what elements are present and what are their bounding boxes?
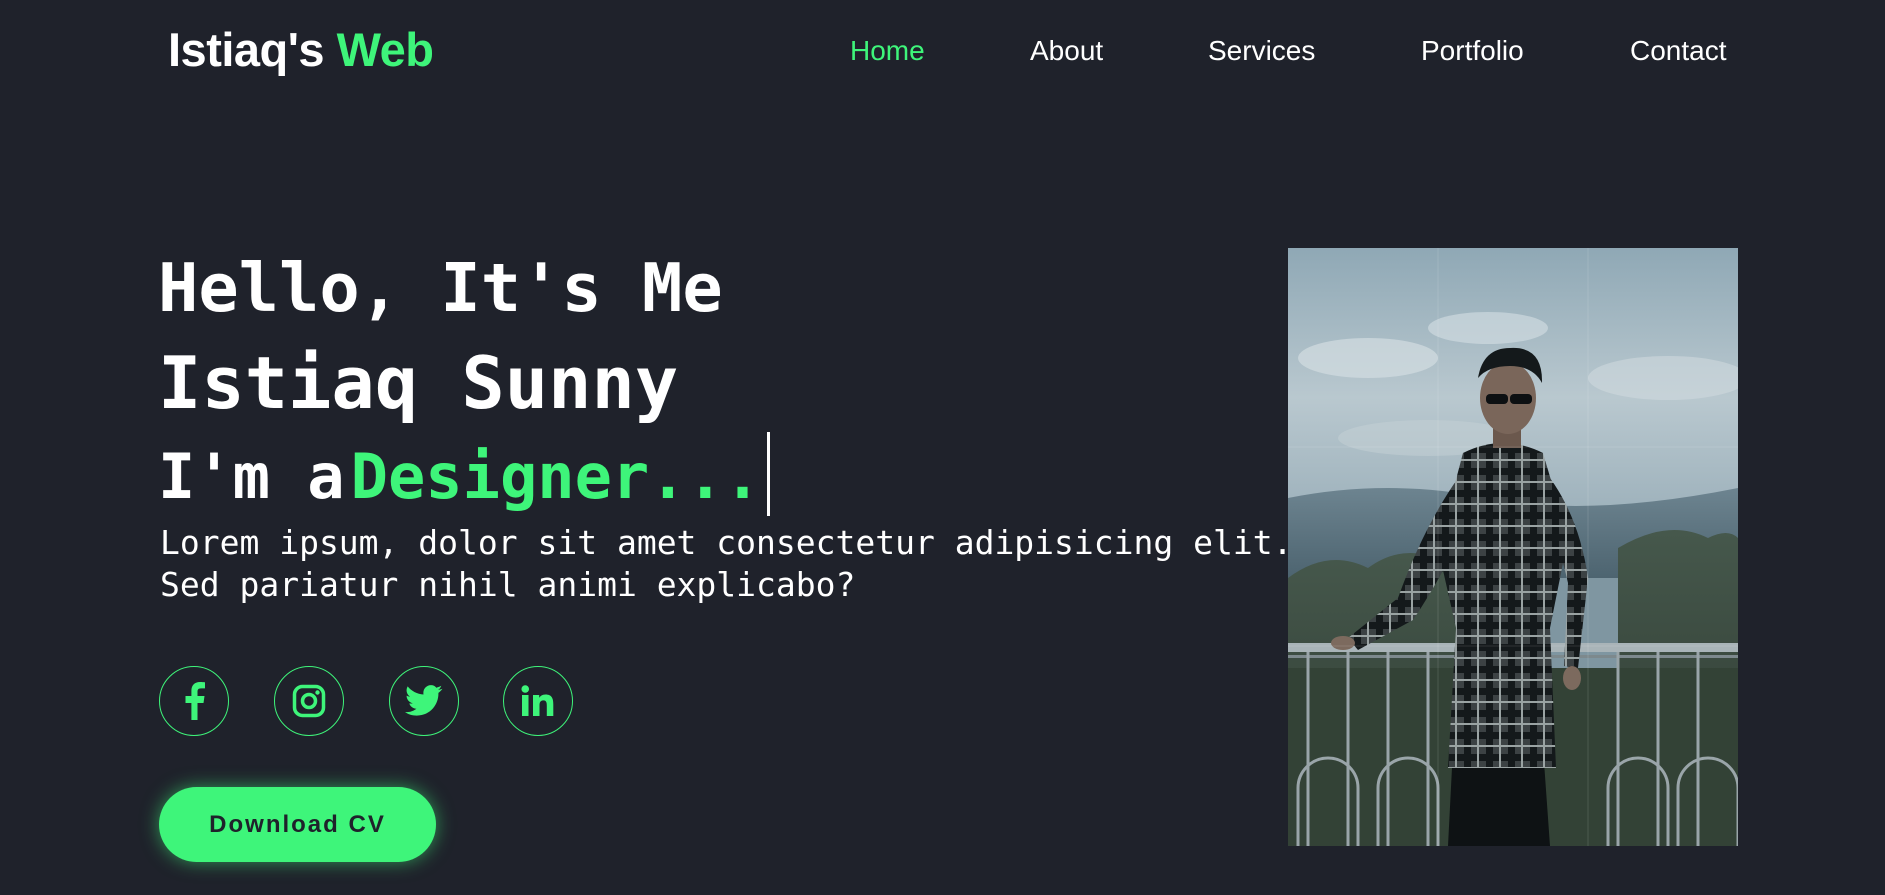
instagram-icon: [292, 684, 326, 718]
profile-photo: [1288, 248, 1738, 846]
facebook-icon: [185, 682, 205, 720]
page: Istiaq's Web Home About Services Portfol…: [0, 0, 1885, 895]
logo[interactable]: Istiaq's Web: [168, 22, 434, 78]
linkedin-link[interactable]: [503, 666, 573, 736]
facebook-link[interactable]: [159, 666, 229, 736]
hero-description: Lorem ipsum, dolor sit amet consectetur …: [160, 523, 1293, 604]
nav-contact[interactable]: Contact: [1630, 31, 1727, 71]
nav-home[interactable]: Home: [850, 31, 925, 71]
hero-role-line: I'm aDesigner...: [158, 432, 771, 516]
twitter-link[interactable]: [389, 666, 459, 736]
instagram-link[interactable]: [274, 666, 344, 736]
nav-services[interactable]: Services: [1208, 31, 1315, 71]
linkedin-icon: [521, 685, 554, 716]
typing-caret: [767, 432, 771, 516]
hero-role: Designer...: [350, 440, 762, 513]
hero-role-prefix: I'm a: [158, 440, 345, 513]
nav-about[interactable]: About: [1030, 31, 1103, 71]
header: Istiaq's Web Home About Services Portfol…: [0, 0, 1885, 100]
hero-name: Istiaq Sunny: [158, 341, 679, 425]
nav-portfolio[interactable]: Portfolio: [1421, 31, 1524, 71]
hero-greeting: Hello, It's Me: [158, 249, 723, 327]
logo-accent: Web: [336, 23, 434, 76]
profile-photo-image: [1288, 248, 1738, 846]
download-cv-button[interactable]: Download CV: [159, 787, 436, 862]
twitter-icon: [405, 685, 443, 716]
logo-main: Istiaq's: [168, 23, 325, 76]
